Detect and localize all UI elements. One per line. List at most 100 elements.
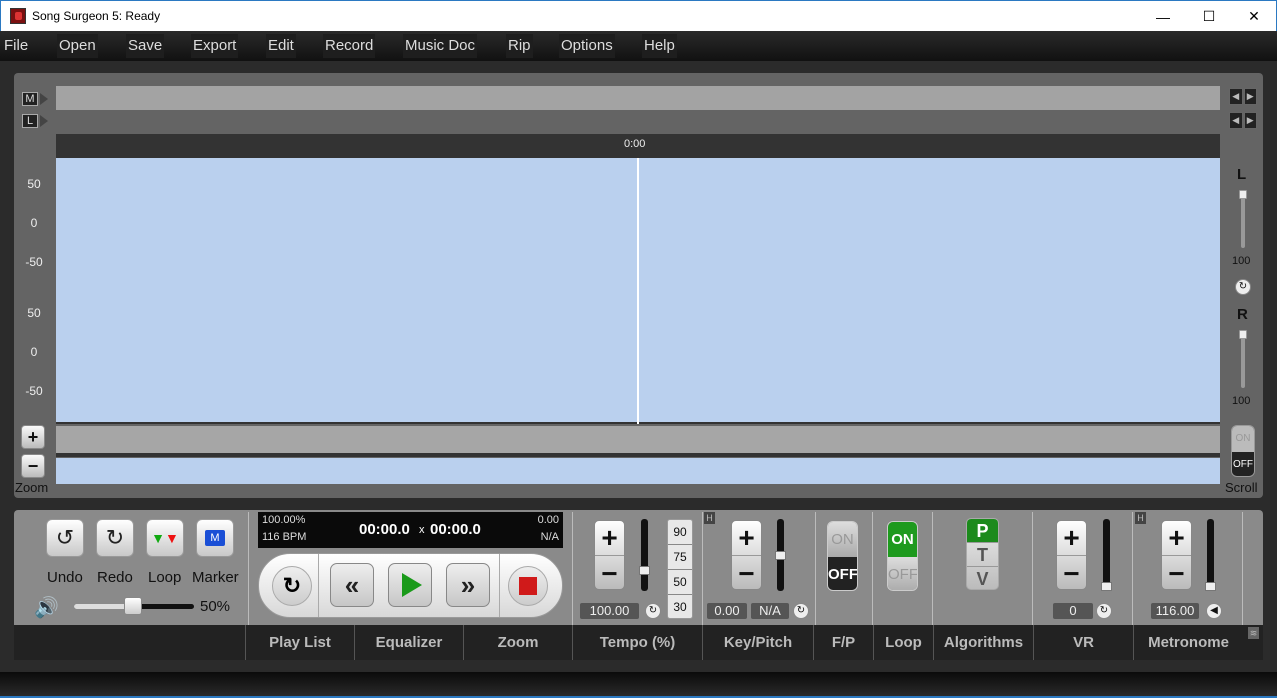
collapse-panel-icon[interactable]: ≋ — [1248, 627, 1259, 639]
key-minus-button[interactable]: − — [732, 556, 761, 591]
menu-music-doc[interactable]: Music Doc — [403, 34, 478, 58]
balance-right-slider[interactable] — [1239, 330, 1247, 388]
slider-knob[interactable] — [1239, 190, 1247, 199]
waveform-display[interactable] — [56, 158, 1220, 424]
tempo-preset-30[interactable]: 30 — [668, 595, 692, 620]
fp-off[interactable]: OFF — [828, 557, 857, 590]
tempo-plus-button[interactable]: + — [595, 521, 624, 556]
key-plus-button[interactable]: + — [732, 521, 761, 556]
close-button[interactable]: ✕ — [1231, 1, 1277, 32]
tempo-preset-75[interactable]: 75 — [668, 545, 692, 570]
overview-waveform[interactable] — [56, 458, 1220, 484]
tab-loop[interactable]: Loop — [873, 625, 933, 660]
panel-handle-icon[interactable]: H — [704, 512, 715, 524]
algorithm-p[interactable]: P — [967, 519, 998, 543]
tab-vr[interactable]: VR — [1033, 625, 1133, 660]
timeline-ruler[interactable]: 0:00 — [56, 134, 1220, 158]
redo-button[interactable]: ↻ — [96, 519, 134, 557]
rewind-button[interactable]: « — [330, 563, 374, 607]
balance-right-label: R — [1237, 306, 1248, 323]
fp-toggle[interactable]: ON OFF — [827, 521, 858, 591]
fast-forward-button[interactable]: » — [446, 563, 490, 607]
vr-plus-button[interactable]: + — [1057, 521, 1086, 556]
vr-value[interactable]: 0 — [1053, 603, 1093, 619]
menu-rip[interactable]: Rip — [506, 34, 533, 58]
stop-button[interactable] — [508, 566, 548, 606]
menu-open[interactable]: Open — [57, 34, 98, 58]
vr-slider[interactable] — [1101, 519, 1112, 591]
vr-minus-button[interactable]: − — [1057, 556, 1086, 591]
marker-track-button[interactable]: M — [22, 92, 38, 106]
return-button[interactable]: ↻ — [272, 566, 312, 606]
loop-next-button[interactable]: ▶ — [1243, 112, 1257, 129]
slider-knob[interactable] — [1239, 330, 1247, 339]
volume-slider[interactable] — [74, 597, 194, 615]
balance-left-slider[interactable] — [1239, 190, 1247, 248]
play-button[interactable] — [388, 563, 432, 607]
metronome-slider-knob[interactable] — [1205, 582, 1216, 591]
tab-equalizer[interactable]: Equalizer — [354, 625, 463, 660]
fp-on[interactable]: ON — [828, 522, 857, 557]
volume-knob[interactable] — [124, 597, 142, 615]
loop-button[interactable]: ▼▼ — [146, 519, 184, 557]
key-slider-knob[interactable] — [775, 550, 786, 560]
undo-button[interactable]: ↺ — [46, 519, 84, 557]
overview-scrollbar[interactable] — [56, 426, 1220, 453]
marker-prev-button[interactable]: ◀ — [1229, 88, 1243, 105]
menu-save[interactable]: Save — [126, 34, 165, 58]
metronome-minus-button[interactable]: − — [1162, 556, 1191, 591]
tempo-reset-icon[interactable]: ↻ — [645, 603, 661, 619]
vr-stepper: + − — [1056, 520, 1087, 590]
menu-edit[interactable]: Edit — [266, 34, 296, 58]
marker-button[interactable]: M — [196, 519, 234, 557]
tab-play-list[interactable]: Play List — [245, 625, 354, 660]
scroll-toggle[interactable]: ON OFF — [1231, 425, 1255, 477]
zoom-out-button[interactable]: − — [21, 454, 45, 478]
menu-record[interactable]: Record — [323, 34, 376, 58]
tab-key-pitch[interactable]: Key/Pitch — [702, 625, 813, 660]
vr-slider-knob[interactable] — [1101, 582, 1112, 591]
redo-icon: ↻ — [105, 525, 125, 550]
tempo-minus-button[interactable]: − — [595, 556, 624, 591]
key-value[interactable]: 0.00 — [707, 603, 747, 619]
menu-help[interactable]: Help — [642, 34, 677, 58]
tempo-preset-90[interactable]: 90 — [668, 520, 692, 545]
key-slider[interactable] — [775, 519, 786, 591]
tab-fp[interactable]: F/P — [813, 625, 873, 660]
scroll-off[interactable]: OFF — [1232, 452, 1254, 476]
tab-algorithms[interactable]: Algorithms — [933, 625, 1033, 660]
tempo-slider[interactable] — [639, 519, 650, 591]
loop-toggle[interactable]: ON OFF — [887, 521, 918, 591]
panel-handle-icon[interactable]: H — [1135, 512, 1146, 524]
maximize-button[interactable]: ☐ — [1186, 1, 1232, 32]
scroll-on[interactable]: ON — [1232, 426, 1254, 452]
marker-next-button[interactable]: ▶ — [1243, 88, 1257, 105]
menu-options[interactable]: Options — [559, 34, 615, 58]
tempo-slider-knob[interactable] — [639, 566, 650, 576]
metronome-sound-icon[interactable]: ◀ — [1206, 603, 1222, 619]
loop-on[interactable]: ON — [888, 522, 917, 557]
loop-off[interactable]: OFF — [888, 557, 917, 590]
metronome-plus-button[interactable]: + — [1162, 521, 1191, 556]
tab-zoom[interactable]: Zoom — [463, 625, 572, 660]
loop-track-button[interactable]: L — [22, 114, 38, 128]
playhead[interactable] — [637, 158, 639, 424]
zoom-in-button[interactable]: + — [21, 425, 45, 449]
algorithm-v[interactable]: V — [967, 567, 998, 589]
algorithm-t[interactable]: T — [967, 543, 998, 567]
vr-reset-icon[interactable]: ↻ — [1096, 603, 1112, 619]
metronome-slider[interactable] — [1205, 519, 1216, 591]
tab-tempo[interactable]: Tempo (%) — [572, 625, 702, 660]
minimize-button[interactable]: — — [1140, 1, 1186, 32]
menu-file[interactable]: File — [2, 34, 30, 58]
balance-reset-icon[interactable]: ↻ — [1235, 279, 1251, 295]
metronome-value[interactable]: 116.00 — [1151, 603, 1199, 619]
key-reset-icon[interactable]: ↻ — [793, 603, 809, 619]
loop-prev-button[interactable]: ◀ — [1229, 112, 1243, 129]
tab-metronome[interactable]: Metronome — [1133, 625, 1243, 660]
loop-track[interactable] — [56, 110, 1220, 134]
tempo-value[interactable]: 100.00 — [580, 603, 639, 619]
marker-track[interactable] — [56, 86, 1220, 110]
menu-export[interactable]: Export — [191, 34, 239, 58]
tempo-preset-50[interactable]: 50 — [668, 570, 692, 595]
